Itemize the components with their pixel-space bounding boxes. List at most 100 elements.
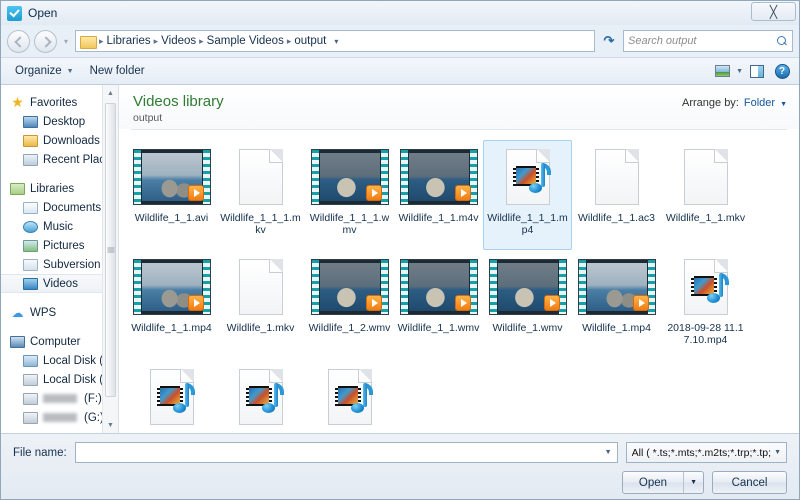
file-item[interactable]: Wildlife_1_1.avi	[127, 140, 216, 250]
file-item[interactable]: Wildlife_1_1.mp4	[127, 250, 216, 360]
search-box[interactable]: Search output	[623, 30, 793, 52]
sidebar-item-videos[interactable]: Videos	[1, 274, 118, 293]
sidebar-item-favorites[interactable]: ★ Favorites	[1, 93, 118, 112]
breadcrumb-bar[interactable]: ▸ Libraries ▸ Videos ▸ Sample Videos ▸ o…	[75, 30, 595, 52]
button-row: Open ▼ Cancel	[13, 471, 787, 494]
sidebar-label: Subversion	[43, 259, 101, 271]
help-button[interactable]: ?	[771, 61, 793, 81]
app-icon	[7, 6, 22, 21]
organize-label: Organize	[15, 65, 62, 77]
chevron-down-icon[interactable]: ▼	[771, 449, 784, 456]
address-dropdown-caret[interactable]: ▾	[328, 37, 344, 46]
sidebar-label: Favorites	[30, 97, 77, 109]
library-subtitle: output	[133, 112, 224, 124]
sidebar-item-documents[interactable]: Documents	[1, 198, 118, 217]
dialog-body: ★ Favorites Desktop Downloads Recent Pla…	[1, 85, 799, 433]
file-item[interactable]: Wildlife_1.mkv	[216, 250, 305, 360]
blank-document-icon	[239, 256, 283, 318]
sidebar-item-downloads[interactable]: Downloads	[1, 131, 118, 150]
file-name: 2018-09-28 11.17.10.mp4	[664, 322, 748, 346]
breadcrumb-item-videos[interactable]: Videos	[159, 35, 198, 47]
sidebar-item-drive-f[interactable]: (F:)	[1, 389, 118, 408]
sidebar-item-computer[interactable]: Computer	[1, 332, 118, 351]
play-badge-icon	[455, 185, 471, 201]
chevron-down-icon[interactable]: ▼	[684, 479, 703, 486]
video-thumbnail	[400, 146, 478, 208]
arrange-by-control[interactable]: Arrange by: Folder ▼	[682, 93, 787, 109]
new-folder-label: New folder	[90, 65, 145, 77]
file-item-selected[interactable]: Wildlife_1_1_1.mp4	[483, 140, 572, 250]
media-file-icon	[150, 366, 194, 428]
file-name: Wildlife_1_1.avi	[130, 212, 214, 224]
file-item[interactable]: Wildlife_1_2.wmv	[305, 250, 394, 360]
library-header: Videos library output Arrange by: Folder…	[119, 85, 799, 129]
blank-document-icon	[595, 146, 639, 208]
file-item[interactable]: Wildlife_1.wmv	[483, 250, 572, 360]
file-name: Wildlife_1_1.ac3	[575, 212, 659, 224]
scrollbar-thumb[interactable]	[105, 103, 116, 397]
sidebar-item-pictures[interactable]: Pictures	[1, 236, 118, 255]
title-bar: Open ╳	[1, 1, 799, 25]
chevron-down-icon[interactable]: ▼	[602, 449, 615, 456]
file-item[interactable]: Wildlife_1_1_1.mkv	[216, 140, 305, 250]
back-button[interactable]	[7, 30, 30, 53]
sidebar-item-wps[interactable]: ☁ WPS	[1, 303, 118, 322]
redacted-drive-label	[43, 413, 77, 422]
new-folder-button[interactable]: New folder	[82, 62, 153, 80]
open-file-dialog: Open ╳ ▾ ▸ Libraries ▸ Videos ▸ Sample V…	[0, 0, 800, 500]
file-name: Wildlife_1.mp4	[575, 322, 659, 334]
file-item[interactable]: Wildlife_1.mp4	[572, 250, 661, 360]
sidebar-item-recent-places[interactable]: Recent Places	[1, 150, 118, 169]
preview-pane-button[interactable]	[746, 61, 768, 81]
file-type-filter[interactable]: All ( *.ts;*.mts;*.m2ts;*.trp;*.tp; ▼	[626, 442, 787, 463]
file-grid: Wildlife_1_1.avi Wildlife_1_1_1.mkv Wild…	[119, 130, 799, 433]
file-item[interactable]: Wildlife_1_1_1.wmv	[305, 140, 394, 250]
breadcrumb-item-sample-videos[interactable]: Sample Videos	[205, 35, 286, 47]
sidebar-item-subversion[interactable]: Subversion	[1, 255, 118, 274]
search-input[interactable]: Search output	[628, 35, 776, 47]
media-file-icon	[239, 366, 283, 428]
recent-places-icon	[23, 153, 38, 167]
sidebar-item-local-disk-c[interactable]: Local Disk (C:)	[1, 351, 118, 370]
chevron-down-icon[interactable]: ▼	[780, 101, 787, 108]
file-item[interactable]	[127, 360, 216, 433]
media-file-icon	[684, 256, 728, 318]
file-item[interactable]: Wildlife_1_1.m4v	[394, 140, 483, 250]
forward-button[interactable]	[34, 30, 57, 53]
file-name-input[interactable]: ▼	[75, 442, 618, 463]
file-item[interactable]: 2018-09-28 11.17.10.mp4	[661, 250, 750, 360]
chevron-down-icon[interactable]: ▼	[736, 68, 743, 75]
breadcrumb-item-libraries[interactable]: Libraries	[105, 35, 153, 47]
scroll-down-arrow[interactable]: ▼	[103, 417, 118, 433]
refresh-icon[interactable]: ↷	[599, 33, 619, 49]
open-button[interactable]: Open ▼	[622, 471, 704, 494]
close-button[interactable]: ╳	[751, 2, 796, 21]
nav-group-favorites: ★ Favorites Desktop Downloads Recent Pla…	[1, 93, 118, 169]
sidebar-item-local-disk-e[interactable]: Local Disk (E:)	[1, 370, 118, 389]
nav-group-libraries: Libraries Documents Music Pictures Subve…	[1, 179, 118, 293]
disk-icon	[23, 373, 38, 387]
file-item[interactable]: Wildlife_1_1.wmv	[394, 250, 483, 360]
pictures-icon	[23, 239, 38, 253]
breadcrumb-item-output[interactable]: output	[292, 35, 328, 47]
sidebar-scrollbar[interactable]: ▲ ▼	[102, 85, 118, 433]
arrange-by-value[interactable]: Folder	[744, 97, 775, 109]
file-item[interactable]	[305, 360, 394, 433]
organize-button[interactable]: Organize ▼	[7, 62, 82, 80]
file-name: Wildlife_1_1.mp4	[130, 322, 214, 334]
sidebar-item-libraries[interactable]: Libraries	[1, 179, 118, 198]
file-item[interactable]: Wildlife_1_1.ac3	[572, 140, 661, 250]
disk-icon	[23, 411, 38, 425]
file-item[interactable]	[216, 360, 305, 433]
documents-icon	[23, 201, 38, 215]
sidebar-item-music[interactable]: Music	[1, 217, 118, 236]
view-options-button[interactable]	[711, 61, 733, 81]
help-icon: ?	[775, 64, 790, 79]
sidebar-item-desktop[interactable]: Desktop	[1, 112, 118, 131]
cancel-button[interactable]: Cancel	[712, 471, 787, 494]
file-item[interactable]: Wildlife_1_1.mkv	[661, 140, 750, 250]
recent-locations-caret[interactable]: ▾	[61, 37, 71, 46]
nav-group-computer: Computer Local Disk (C:) Local Disk (E:)…	[1, 332, 118, 427]
sidebar-item-drive-g[interactable]: (G:)	[1, 408, 118, 427]
scroll-up-arrow[interactable]: ▲	[103, 85, 118, 101]
